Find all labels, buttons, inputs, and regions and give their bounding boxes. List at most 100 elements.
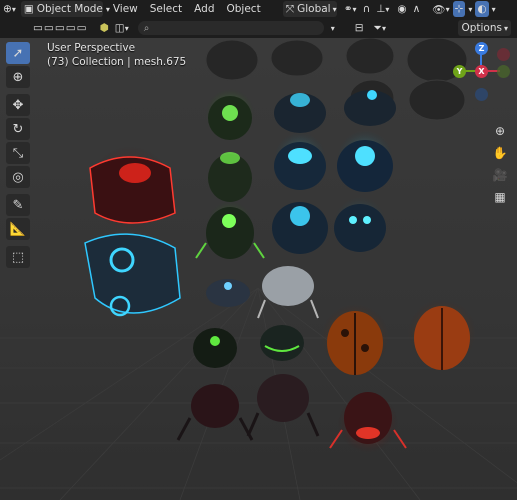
snap-button[interactable]: ∩ [360, 1, 374, 17]
snap-grid-icon: ⊥ [376, 3, 386, 15]
object-mode-icon: ▣ [23, 3, 34, 15]
gizmo-y-axis[interactable]: Y [453, 65, 466, 78]
rotate-icon: ↻ [12, 121, 24, 137]
chevron-down-icon: ▾ [491, 4, 496, 14]
search-field[interactable]: ⌕ [137, 21, 324, 35]
annotate-tool[interactable]: ✎ [6, 194, 30, 216]
link-icon: ⚭ [343, 3, 353, 15]
menu-view[interactable]: View [107, 1, 144, 17]
select-box-tool[interactable]: ➚ [6, 42, 30, 64]
pan-button[interactable]: ✋ [491, 144, 509, 162]
gizmo-neg-y-axis[interactable] [497, 65, 510, 78]
cursor-crosshair-icon: ⊕ [12, 69, 24, 85]
gizmo-dropdown[interactable]: ▾ [465, 1, 475, 17]
hand-icon: ✋ [492, 146, 508, 160]
gizmo-z-axis[interactable]: Z [475, 42, 488, 55]
gizmo-toggle-button[interactable]: ⊹ [452, 1, 466, 17]
viewport-header: ⊕ ▾ ▣ Object Mode ▾ View Select Add Objec… [0, 0, 517, 18]
spider-row [176, 266, 320, 441]
chevron-down-icon: ▾ [385, 4, 390, 14]
zoom-button[interactable]: ⊕ [491, 122, 509, 140]
measure-tool[interactable]: 📐 [6, 218, 30, 240]
chevron-down-icon: ▾ [11, 4, 16, 14]
robot-column-blue [272, 90, 396, 254]
snap-increment-icon: ⊟ [354, 22, 364, 34]
gizmo-x-label: X [478, 67, 485, 76]
proportional-edit-icon: ◉ [397, 3, 407, 15]
perspective-label: User Perspective [47, 42, 136, 54]
view-layer-icon: ◫ [114, 22, 125, 34]
transform-icon: ◎ [12, 169, 24, 185]
gizmo-x-axis[interactable]: X [475, 65, 488, 78]
filter-funnel-icon: ⏷ [373, 21, 382, 34]
chevron-down-icon: ▾ [124, 23, 129, 33]
cursor-tool[interactable]: ⊕ [6, 66, 30, 88]
select-new-icon: ▭▭▭▭▭ [33, 22, 88, 34]
move-arrows-icon: ✥ [12, 97, 24, 113]
transform-orientation-icon: ⤧ [285, 2, 295, 15]
overlays-dropdown[interactable]: ▾ [489, 1, 499, 17]
mode-label: Object Mode [36, 3, 103, 15]
camera-view-button[interactable]: 🎥 [491, 166, 509, 184]
editor-type-button[interactable]: ⊕ ▾ [0, 1, 19, 17]
scale-tool[interactable]: ⤡ [6, 142, 30, 164]
filter-button[interactable]: ⏷ ▾ [371, 20, 389, 36]
chevron-down-icon: ▾ [503, 23, 508, 33]
add-cube-tool[interactable]: ⬚ [6, 246, 30, 268]
menu-add[interactable]: Add [188, 1, 220, 17]
navigation-gizmo[interactable]: Z Y X [448, 40, 514, 102]
search-icon: ⌕ [143, 22, 150, 34]
gizmo-y-label: Y [456, 67, 463, 76]
proportional-edit-button[interactable]: ◉ [394, 1, 409, 17]
chevron-down-icon: ▾ [468, 4, 473, 14]
chevron-down-icon: ▾ [352, 4, 357, 14]
grid-perspective-icon: ▦ [494, 190, 506, 204]
ruler-icon: 📐 [9, 221, 27, 237]
object-types-button[interactable]: ◫ ▾ [112, 20, 132, 36]
cursor-arrow-icon: ➚ [12, 45, 24, 61]
transform-tool[interactable]: ◎ [6, 166, 30, 188]
pivot-point-button[interactable]: ⚭ ▾ [341, 1, 360, 17]
falloff-button[interactable]: ∧ [410, 1, 424, 17]
menu-select[interactable]: Select [144, 1, 188, 17]
snap-element-button[interactable]: ⊟ [352, 20, 367, 36]
move-tool[interactable]: ✥ [6, 94, 30, 116]
robot-large-red [88, 146, 176, 230]
shading-color-button[interactable]: ⬢ [97, 20, 112, 36]
gizmo-z-label: Z [478, 44, 485, 53]
options-dropdown[interactable]: Options ▾ [458, 20, 511, 36]
gizmo-neg-z-axis[interactable] [475, 88, 488, 101]
eye-icon: 👁 [432, 3, 446, 16]
robot-large-blue [84, 229, 181, 317]
robot-column-green [195, 89, 265, 259]
select-box-mode-button[interactable]: ▭▭▭▭▭ [30, 20, 91, 36]
scene-render [0, 38, 517, 500]
zoom-magnifier-icon: ⊕ [494, 124, 506, 138]
gizmo-neg-x-axis[interactable] [497, 48, 510, 61]
add-cube-icon: ⬚ [11, 249, 25, 265]
chevron-down-icon: ▾ [332, 4, 337, 14]
overlays-icon: ◐ [477, 3, 487, 15]
scale-icon: ⤡ [12, 145, 24, 161]
menu-object[interactable]: Object [221, 1, 267, 17]
falloff-curve-icon: ∧ [412, 3, 421, 15]
material-sphere-icon: ⬢ [99, 22, 109, 34]
visibility-button[interactable]: 👁 ▾ [429, 1, 452, 17]
options-label: Options [461, 22, 502, 34]
pencil-icon: ✎ [12, 197, 24, 213]
collection-label: (73) Collection | mesh.675 [47, 56, 187, 68]
3d-viewport[interactable]: ➚ ⊕ ✥ ↻ ⤡ ◎ ✎ 📐 ⬚ User Perspective (73) … [0, 38, 517, 500]
snap-target-button[interactable]: ⊥ ▾ [373, 1, 392, 17]
filter-dropdown[interactable]: ▾ [328, 20, 338, 36]
mode-dropdown[interactable]: ▣ Object Mode ▾ [20, 1, 110, 17]
orientation-label: Global [297, 3, 331, 15]
beetle-group [321, 299, 476, 453]
overlays-toggle-button[interactable]: ◐ [475, 1, 489, 17]
gizmo-icon: ⊹ [454, 3, 464, 15]
chevron-down-icon: ▾ [445, 4, 450, 14]
perspective-toggle-button[interactable]: ▦ [491, 188, 509, 206]
chevron-down-icon: ▾ [381, 23, 386, 33]
globe-icon: ⊕ [3, 3, 12, 15]
rotate-tool[interactable]: ↻ [6, 118, 30, 140]
orientation-dropdown[interactable]: ⤧ Global ▾ [282, 1, 337, 17]
